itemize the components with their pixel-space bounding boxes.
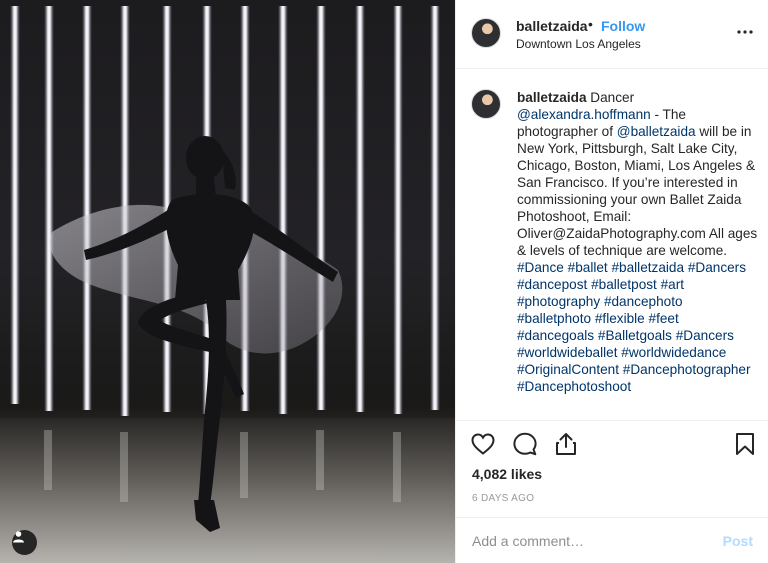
share-button[interactable]: [553, 431, 579, 457]
likes-count[interactable]: 4,082 likes: [472, 466, 542, 482]
caption-author[interactable]: balletzaida: [517, 90, 587, 105]
hashtag-link[interactable]: #balletpost: [591, 277, 657, 292]
action-bar: [456, 421, 768, 465]
caption-text: will be in New York, Pittsburgh, Salt La…: [517, 124, 758, 258]
hashtag-link[interactable]: #flexible: [595, 311, 645, 326]
ellipsis-icon: [737, 30, 753, 34]
follow-button[interactable]: Follow: [601, 18, 645, 34]
hashtag-link[interactable]: #balletzaida: [611, 260, 684, 275]
hashtag-link[interactable]: #Dancers: [688, 260, 746, 275]
user-tag-icon: [13, 531, 24, 543]
user-tag-button[interactable]: [12, 530, 37, 555]
hashtag-link[interactable]: #Balletgoals: [598, 328, 672, 343]
comment-input[interactable]: [472, 531, 702, 551]
separator-dot: •: [588, 16, 593, 32]
post-header: balletzaida • Follow Downtown Los Angele…: [456, 0, 768, 69]
more-options-button[interactable]: [735, 22, 755, 42]
post-photo[interactable]: [0, 0, 455, 563]
heart-icon: [471, 433, 495, 455]
stage-floor: [0, 418, 455, 563]
post-caption: balletzaida Dancer @alexandra.hoffmann -…: [517, 89, 759, 395]
location-link[interactable]: Downtown Los Angeles: [516, 37, 641, 51]
share-icon: [556, 433, 576, 455]
hashtag-link[interactable]: #Dance: [517, 260, 564, 275]
ballet-dancer-illustration: [0, 6, 455, 563]
hashtag-link[interactable]: #dancepost: [517, 277, 587, 292]
caption-area: balletzaida Dancer @alexandra.hoffmann -…: [456, 69, 768, 421]
hashtag-link[interactable]: #dancephoto: [604, 294, 683, 309]
hashtag-link[interactable]: #art: [661, 277, 684, 292]
hashtag-link[interactable]: #Dancephotographer: [623, 362, 751, 377]
post-timestamp[interactable]: 6 DAYS AGO: [472, 493, 534, 504]
hashtag-link[interactable]: #OriginalContent: [517, 362, 619, 377]
hashtag-link[interactable]: #feet: [649, 311, 679, 326]
hashtag-link[interactable]: #Dancephotoshoot: [517, 379, 631, 394]
comment-bubble-icon: [513, 432, 537, 456]
hashtag-link[interactable]: #ballet: [568, 260, 608, 275]
comment-button[interactable]: [512, 431, 538, 457]
hashtag-link[interactable]: #worldwideballet: [517, 345, 618, 360]
hashtag-link[interactable]: #Dancers: [676, 328, 734, 343]
avatar[interactable]: [471, 18, 501, 48]
hashtag-link[interactable]: #dancegoals: [517, 328, 594, 343]
mention-link[interactable]: @balletzaida: [617, 124, 696, 139]
avatar[interactable]: [471, 89, 501, 119]
save-button[interactable]: [732, 431, 758, 457]
post-details-panel: balletzaida • Follow Downtown Los Angele…: [455, 0, 768, 563]
hashtag-link[interactable]: #balletphoto: [517, 311, 591, 326]
bookmark-icon: [736, 433, 754, 455]
like-button[interactable]: [470, 431, 496, 457]
caption-text: Dancer: [590, 90, 635, 105]
username-link[interactable]: balletzaida: [516, 18, 588, 34]
post-comment-button[interactable]: Post: [723, 533, 753, 549]
mention-link[interactable]: @alexandra.hoffmann: [517, 107, 651, 122]
comment-bar: Post: [456, 517, 768, 563]
hashtag-link[interactable]: #photography: [517, 294, 600, 309]
hashtag-link[interactable]: #worldwidedance: [621, 345, 726, 360]
